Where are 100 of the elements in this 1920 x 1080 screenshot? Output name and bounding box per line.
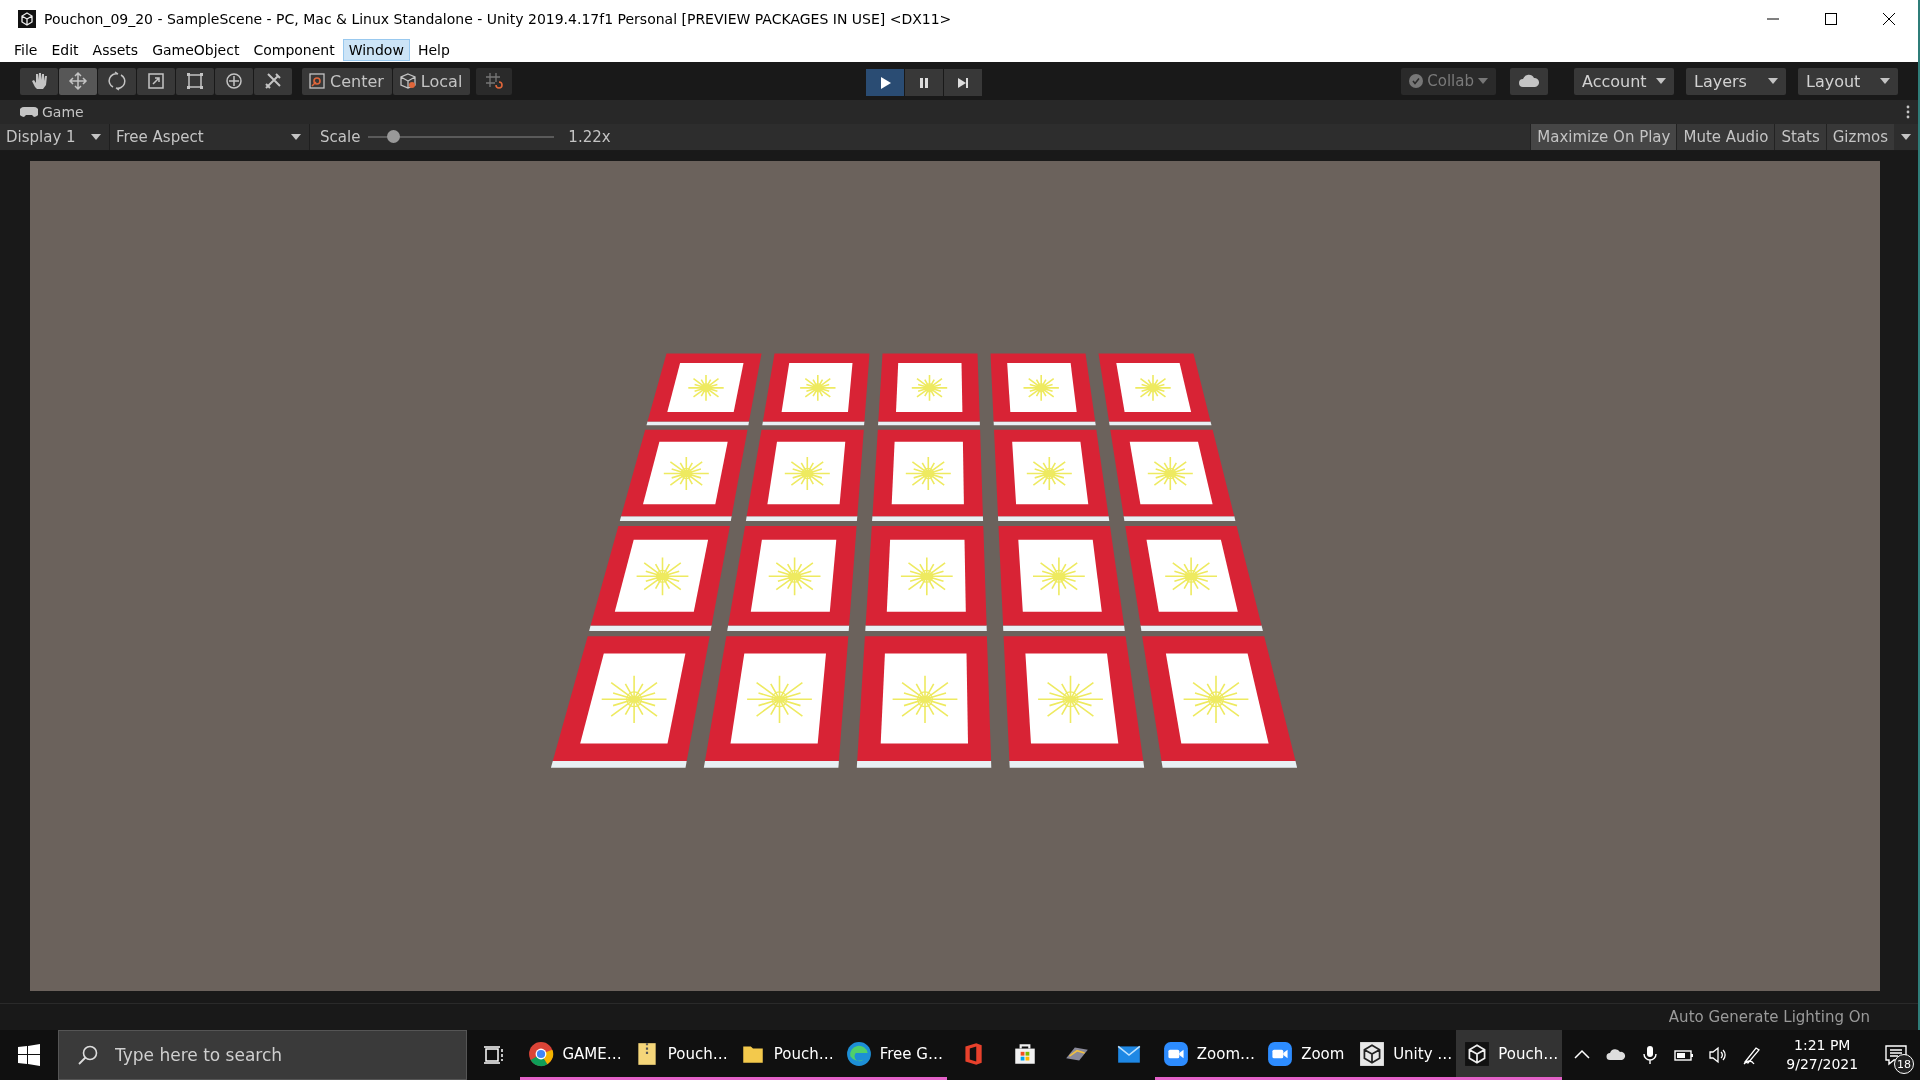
- transform-tool-button[interactable]: [215, 67, 253, 95]
- search-icon: [76, 1044, 99, 1066]
- move-tool-icon: [68, 71, 88, 91]
- menu-item[interactable]: Edit: [45, 39, 85, 61]
- pause-icon: [917, 75, 931, 90]
- scale-reading: 1.22x: [568, 128, 611, 146]
- cloud-icon: [1519, 74, 1539, 88]
- card[interactable]: [1098, 353, 1212, 426]
- toggle-button[interactable]: Gizmos: [1825, 124, 1894, 150]
- check-icon: [1409, 74, 1424, 88]
- unity-light-app-icon: [1359, 1040, 1386, 1067]
- unity-logo-icon: [18, 10, 36, 28]
- scale-label: Scale: [320, 128, 361, 146]
- chrome-app-icon: [528, 1040, 555, 1067]
- custom-tool-icon: [263, 71, 283, 91]
- caret-icon: [1478, 78, 1488, 84]
- card[interactable]: [865, 525, 987, 632]
- card[interactable]: [872, 429, 984, 521]
- scale-tool-button[interactable]: [137, 67, 175, 95]
- edge-app-icon: [845, 1040, 872, 1067]
- speaker-icon[interactable]: [1708, 1045, 1729, 1065]
- move-tool-button[interactable]: [59, 67, 97, 95]
- windows-icon: [18, 1044, 40, 1066]
- rotate-tool-button[interactable]: [98, 67, 136, 95]
- card[interactable]: [998, 525, 1125, 632]
- card[interactable]: [856, 636, 992, 768]
- card[interactable]: [589, 525, 730, 632]
- caret-icon: [291, 134, 301, 140]
- zoom-app-icon: [1267, 1040, 1294, 1067]
- card[interactable]: [990, 353, 1096, 426]
- card[interactable]: [994, 429, 1110, 521]
- notification-count: 18: [1894, 1054, 1914, 1074]
- card[interactable]: [646, 353, 762, 426]
- menu-item[interactable]: Component: [247, 39, 341, 61]
- search-field[interactable]: Type here to search: [112, 1044, 457, 1066]
- card[interactable]: [619, 429, 748, 521]
- card[interactable]: [703, 636, 849, 768]
- card[interactable]: [1125, 525, 1263, 632]
- card[interactable]: [727, 525, 857, 632]
- taskbar-app-button[interactable]: Zoom…: [1154, 1030, 1260, 1080]
- caret-icon: [91, 134, 101, 140]
- menu-item[interactable]: GameObject: [146, 39, 246, 61]
- gamepad-icon: [20, 106, 38, 118]
- cube-icon: [398, 72, 417, 90]
- grid-snap-button[interactable]: [476, 67, 513, 95]
- grid-icon: [485, 72, 504, 90]
- menu-item[interactable]: File: [8, 39, 44, 61]
- taskbar-app-button[interactable]: GAME…: [520, 1030, 626, 1080]
- slider-thumb[interactable]: [386, 130, 400, 143]
- dropdown[interactable]: Account: [1574, 67, 1674, 95]
- step-icon: [956, 75, 970, 90]
- hand-tool-icon: [29, 71, 49, 91]
- clock[interactable]: 1:21 PM 9/27/2021: [1772, 1030, 1873, 1080]
- toggle-button[interactable]: Maximize On Play: [1530, 124, 1677, 150]
- dropdown[interactable]: Layers: [1686, 67, 1786, 95]
- menu-item[interactable]: Help: [411, 39, 456, 61]
- speech-bubble-icon: [1884, 1044, 1909, 1066]
- close-icon: [1882, 12, 1896, 26]
- caret-icon: [1768, 78, 1778, 84]
- maximize-icon: [1824, 12, 1838, 26]
- cloud-button[interactable]: [1510, 67, 1548, 95]
- status-text: Auto Generate Lighting On: [1668, 1008, 1870, 1026]
- rect-tool-button[interactable]: [176, 67, 214, 95]
- toggle-button[interactable]: Stats: [1774, 124, 1826, 150]
- taskbar-app-button[interactable]: Pouch…: [1456, 1030, 1563, 1080]
- pivot-icon: [308, 72, 326, 90]
- game-tab[interactable]: Game: [20, 104, 84, 120]
- menu-item[interactable]: Window: [342, 39, 410, 61]
- card[interactable]: [1110, 429, 1236, 521]
- custom-tool-button[interactable]: [254, 67, 292, 95]
- pause-button[interactable]: [905, 69, 943, 96]
- hand-tool-button[interactable]: [20, 67, 58, 95]
- center-pivot-button[interactable]: Center: [302, 67, 392, 95]
- caret-icon: [1656, 78, 1666, 84]
- card[interactable]: [1003, 636, 1145, 768]
- card[interactable]: [745, 429, 864, 521]
- taskbar-app-button[interactable]: Zoom: [1259, 1030, 1352, 1080]
- card[interactable]: [878, 353, 980, 426]
- notifications-button[interactable]: 18: [1872, 1030, 1920, 1080]
- unity-dark-app-icon: [1464, 1040, 1491, 1067]
- dropdown[interactable]: Layout: [1798, 67, 1898, 95]
- local-pivot-button[interactable]: Local: [392, 67, 471, 95]
- play-button[interactable]: [866, 69, 904, 96]
- taskbar-app-button[interactable]: Pouch…: [625, 1030, 732, 1080]
- taskbar-app-button[interactable]: Free G…: [837, 1030, 947, 1080]
- caret-icon: [1880, 78, 1890, 84]
- more-icon[interactable]: [1906, 105, 1910, 119]
- card[interactable]: [1142, 636, 1298, 768]
- step-button[interactable]: [944, 69, 982, 96]
- card[interactable]: [550, 636, 710, 768]
- card[interactable]: [762, 353, 870, 426]
- rect-tool-icon: [185, 71, 205, 91]
- search-box[interactable]: Type here to search: [57, 1030, 467, 1080]
- window-title: Pouchon_09_20 - SampleScene - PC, Mac & Linux Standalone - Unity 2019.4.17f1 Personal [PREVIEW PACKAGES IN USE] <DX11>: [44, 11, 953, 27]
- play-icon: [878, 75, 892, 90]
- scale-tool-icon: [146, 71, 166, 91]
- caret-icon: [1901, 134, 1911, 140]
- toggle-button[interactable]: Mute Audio: [1676, 124, 1775, 150]
- taskbar-app-button[interactable]: Pouch…: [731, 1030, 838, 1080]
- menu-item[interactable]: Assets: [86, 39, 145, 61]
